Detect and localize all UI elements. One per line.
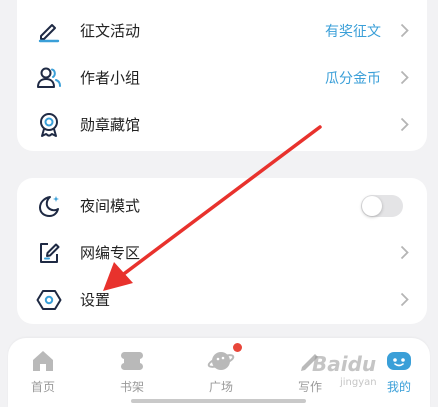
menu-item-editor-zone[interactable]: 网编专区: [17, 229, 427, 276]
chevron-right-icon: [397, 244, 411, 262]
menu-item-label: 夜间模式: [80, 197, 141, 215]
menu-item-night-mode[interactable]: 夜间模式: [17, 182, 427, 229]
menu-item-label: 作者小组: [80, 69, 141, 87]
tab-plaza[interactable]: 广场: [186, 343, 256, 395]
chevron-right-icon: [397, 116, 411, 134]
menu-item-label: 勋章藏馆: [80, 116, 141, 134]
menu-item-author-group[interactable]: 作者小组 瓜分金币: [17, 54, 427, 101]
tab-label: 写作: [297, 380, 322, 394]
users-icon: [35, 64, 63, 92]
chevron-right-icon: [397, 69, 411, 87]
tab-home[interactable]: 首页: [8, 346, 78, 395]
chevron-right-icon: [397, 291, 411, 309]
menu-item-label: 征文活动: [80, 22, 141, 40]
menu-card-bottom: 夜间模式 网编专区 设置: [17, 178, 427, 324]
edit-box-icon: [35, 239, 63, 267]
pen-icon: [35, 17, 63, 45]
menu-item-label: 网编专区: [80, 244, 141, 262]
tab-label: 书架: [119, 380, 144, 394]
bookshelf-icon: [117, 346, 147, 376]
menu-item-hint: 瓜分金币: [325, 70, 381, 87]
tab-bookshelf[interactable]: 书架: [97, 346, 167, 395]
profile-icon: [384, 346, 414, 376]
planet-icon: [206, 343, 242, 376]
menu-item-hint: 有奖征文: [325, 23, 381, 40]
chevron-right-icon: [397, 22, 411, 40]
hexagon-settings-icon: [35, 286, 63, 314]
baidu-watermark-sub: jingyan: [340, 377, 377, 388]
tab-label: 我的: [386, 380, 411, 394]
home-indicator: [131, 399, 306, 403]
home-icon: [28, 346, 58, 376]
medal-icon: [35, 111, 63, 139]
tab-label: 首页: [30, 380, 55, 394]
toggle-knob: [362, 195, 382, 216]
menu-card-top: 征文活动 有奖征文 作者小组 瓜分金币 勋章藏馆: [17, 0, 427, 151]
moon-icon: [35, 192, 63, 220]
menu-item-medal-hall[interactable]: 勋章藏馆: [17, 101, 427, 148]
tab-label: 广场: [208, 380, 233, 394]
menu-item-essay-event[interactable]: 征文活动 有奖征文: [17, 7, 427, 54]
menu-item-settings[interactable]: 设置: [17, 276, 427, 323]
baidu-watermark: Baidu: [312, 352, 377, 376]
menu-item-label: 设置: [80, 291, 111, 309]
notification-dot: [233, 343, 242, 352]
night-mode-toggle[interactable]: [361, 194, 403, 217]
